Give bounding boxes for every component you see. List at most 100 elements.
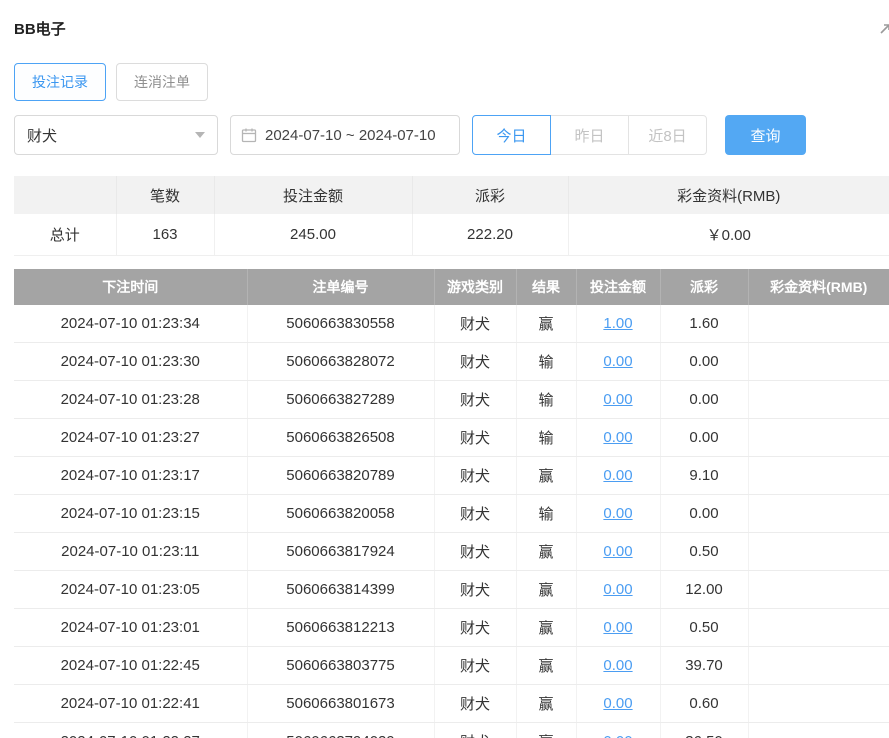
summary-header-bonus: 彩金资料(RMB) [568,176,889,214]
bet-time-cell: 2024-07-10 01:22:45 [14,647,247,685]
table-row: 2024-07-10 01:22:455060663803775财犬赢0.003… [14,647,889,685]
quick-yesterday-button[interactable]: 昨日 [550,115,629,155]
result-cell: 赢 [516,533,576,571]
date-range-value: 2024-07-10 ~ 2024-07-10 [265,127,436,144]
game-select-value: 财犬 [27,125,57,146]
result-cell: 赢 [516,609,576,647]
bonus-cell [748,419,889,457]
summary-total-bet-amount: 245.00 [214,214,412,255]
bet-records-table: 下注时间 注单编号 游戏类别 结果 投注金额 派彩 彩金资料(RMB) 2024… [14,269,889,738]
summary-table: 笔数 投注金额 派彩 彩金资料(RMB) 总计 163 245.00 222.2… [14,176,889,256]
bonus-cell [748,685,889,723]
title-row: BB电子 [14,18,889,39]
bonus-cell [748,723,889,738]
payout-cell: 12.00 [660,571,748,609]
payout-cell: 0.60 [660,685,748,723]
game-type-cell: 财犬 [434,419,516,457]
order-id-cell: 5060663794029 [247,723,434,738]
bet-amount-link[interactable]: 0.00 [603,505,632,522]
bet-time-cell: 2024-07-10 01:23:27 [14,419,247,457]
payout-cell: 0.00 [660,495,748,533]
quick-today-button[interactable]: 今日 [472,115,551,155]
bet-time-cell: 2024-07-10 01:23:17 [14,457,247,495]
calendar-icon [241,127,257,143]
payout-cell: 36.50 [660,723,748,738]
filter-row: 财犬 2024-07-10 ~ 2024-07-10 今日 昨日 近8日 查询 [14,115,889,155]
game-type-cell: 财犬 [434,381,516,419]
search-button[interactable]: 查询 [725,115,806,155]
game-select[interactable]: 财犬 [14,115,218,155]
bet-amount-link[interactable]: 0.00 [603,733,632,738]
bet-amount-link[interactable]: 0.00 [603,581,632,598]
bet-amount-link[interactable]: 0.00 [603,543,632,560]
game-type-cell: 财犬 [434,343,516,381]
bonus-cell [748,495,889,533]
game-type-cell: 财犬 [434,685,516,723]
bonus-cell [748,305,889,343]
order-id-cell: 5060663817924 [247,533,434,571]
payout-cell: 0.50 [660,533,748,571]
order-id-cell: 5060663820058 [247,495,434,533]
bet-amount-cell: 0.00 [576,609,660,647]
summary-total-bonus: ￥0.00 [568,214,889,255]
order-id-cell: 5060663828072 [247,343,434,381]
chevron-down-icon [195,132,205,138]
bet-time-cell: 2024-07-10 01:23:30 [14,343,247,381]
quick-last8days-button[interactable]: 近8日 [628,115,707,155]
payout-cell: 9.10 [660,457,748,495]
game-type-cell: 财犬 [434,305,516,343]
bet-table-body: 2024-07-10 01:23:345060663830558财犬赢1.001… [14,305,889,738]
bet-amount-link[interactable]: 0.00 [603,695,632,712]
tab-cancelled-orders[interactable]: 连消注单 [116,63,208,101]
tab-bar: 投注记录 连消注单 [14,63,889,101]
bonus-cell [748,609,889,647]
order-id-cell: 5060663814399 [247,571,434,609]
bet-amount-link[interactable]: 0.00 [603,619,632,636]
bet-amount-cell: 0.00 [576,533,660,571]
bet-amount-link[interactable]: 0.00 [603,353,632,370]
table-row: 2024-07-10 01:22:415060663801673财犬赢 0.00 0… [14,685,889,723]
bet-amount-link[interactable]: 0.00 [603,657,632,674]
bet-time-cell: 2024-07-10 01:22:41 [14,685,247,723]
game-type-cell: 财犬 [434,571,516,609]
payout-cell: 0.50 [660,609,748,647]
quick-date-group: 今日 昨日 近8日 [472,115,707,155]
order-id-cell: 5060663801673 [247,685,434,723]
payout-cell: 0.00 [660,419,748,457]
close-icon[interactable] [878,22,889,36]
page-title: BB电子 [14,18,66,39]
result-cell: 输 [516,343,576,381]
order-id-cell: 5060663803775 [247,647,434,685]
bet-amount-link[interactable]: 0.00 [603,429,632,446]
betting-records-panel: BB电子 投注记录 连消注单 财犬 2024-07-10 ~ [0,0,889,738]
tab-bet-records[interactable]: 投注记录 [14,63,106,101]
bet-amount-cell: 0.00 [576,685,660,723]
header-payout: 派彩 [660,269,748,305]
table-row: 2024-07-10 01:23:285060663827289财犬输0.000… [14,381,889,419]
bet-amount-cell: 0.00 [576,419,660,457]
game-type-cell: 财犬 [434,647,516,685]
table-row: 2024-07-10 01:23:345060663830558财犬赢1.001… [14,305,889,343]
result-cell: 赢 [516,571,576,609]
summary-total-label: 总计 [14,214,116,255]
bet-amount-link[interactable]: 0.00 [603,391,632,408]
result-cell: 赢 [516,305,576,343]
result-cell: 输 [516,419,576,457]
summary-header-bet-amount: 投注金额 [214,176,412,214]
bet-amount-cell: 0.00 [576,381,660,419]
bet-amount-link[interactable]: 1.00 [603,315,632,332]
bet-time-cell: 2024-07-10 01:23:05 [14,571,247,609]
result-cell: 赢 [516,647,576,685]
bet-time-cell: 2024-07-10 01:23:28 [14,381,247,419]
table-row: 2024-07-10 01:23:305060663828072财犬输0.000… [14,343,889,381]
game-type-cell: 财犬 [434,495,516,533]
game-type-cell: 财犬 [434,457,516,495]
table-row: 2024-07-10 01:23:275060663826508财犬输 0.00 0… [14,419,889,457]
bet-amount-link[interactable]: 0.00 [603,467,632,484]
order-id-cell: 5060663826508 [247,419,434,457]
bonus-cell [748,647,889,685]
order-id-cell: 5060663820789 [247,457,434,495]
bonus-cell [748,533,889,571]
result-cell: 赢 [516,685,576,723]
date-range-input[interactable]: 2024-07-10 ~ 2024-07-10 [230,115,460,155]
